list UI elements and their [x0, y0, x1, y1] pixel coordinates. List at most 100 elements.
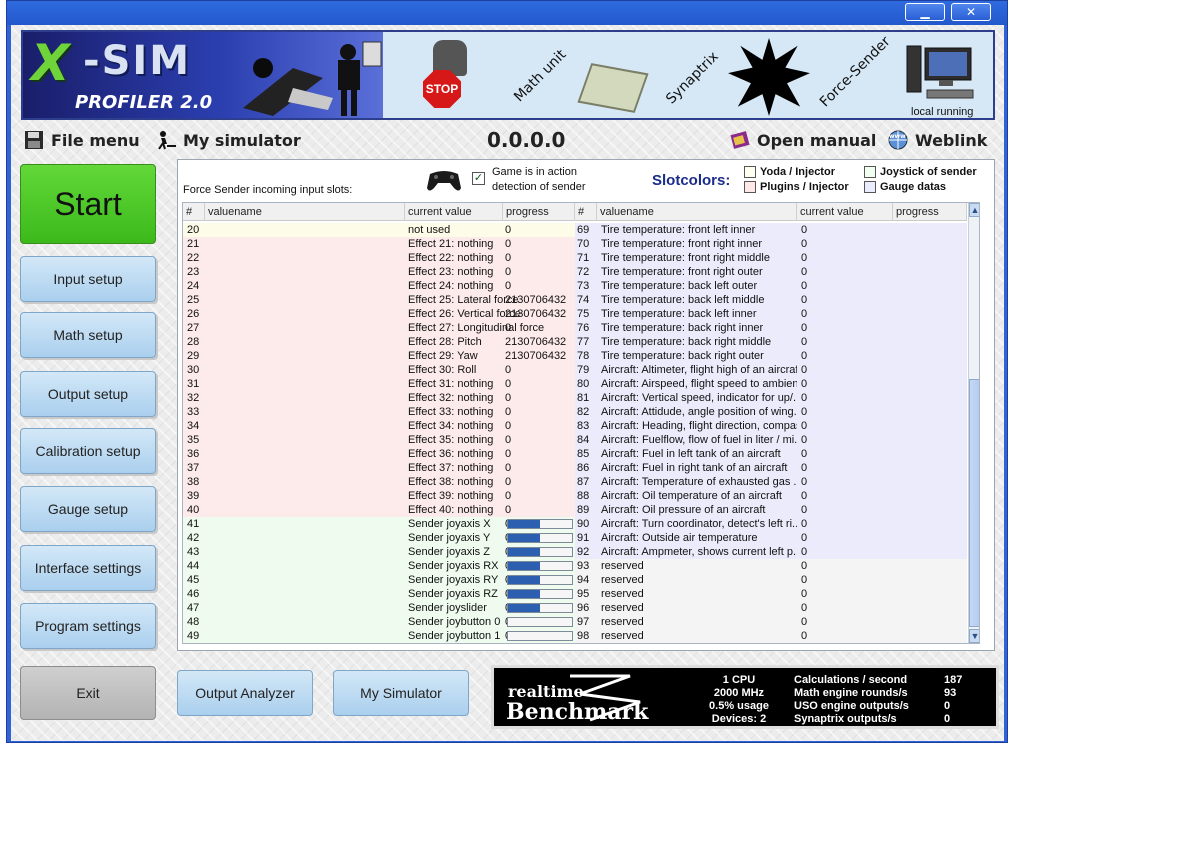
slot-number: 69	[577, 224, 590, 236]
slot-number: 41	[187, 518, 200, 530]
slot-number: 81	[577, 392, 590, 404]
scroll-up-button[interactable]: ▲	[969, 203, 979, 217]
table-row[interactable]: 23 Effect 23: nothing 0 72 Tire temperature:…	[183, 265, 967, 279]
table-row[interactable]: 43Sender joyaxis Z092Aircraft: Ampmeter,…	[183, 545, 967, 559]
table-row[interactable]: 48Sender joybutton 0097reserved0	[183, 615, 967, 629]
input-setup-button[interactable]: Input setup	[20, 256, 156, 302]
minimize-button[interactable]: ▁	[905, 3, 945, 21]
my-simulator-button[interactable]: My Simulator	[333, 670, 469, 716]
table-rows: 20 not used 0 69 Tire temperature: front lef…	[183, 223, 967, 643]
table-row[interactable]: 36 Effect 36: nothing 0 85 Aircraft: Fuel in…	[183, 447, 967, 461]
table-row[interactable]: 46Sender joyaxis RZ095reserved0	[183, 587, 967, 601]
file-menu[interactable]: File menu	[23, 130, 140, 150]
slot-number: 39	[187, 490, 200, 502]
slot-number: 94	[577, 574, 590, 586]
calc-label: Calculations / second	[794, 674, 908, 686]
slot-number: 71	[577, 252, 590, 264]
table-row[interactable]: 39 Effect 39: nothing 0 88 Aircraft: Oil tem…	[183, 489, 967, 503]
table-row[interactable]: 24 Effect 24: nothing 0 73 Tire temperature:…	[183, 279, 967, 293]
table-row[interactable]: 33 Effect 33: nothing 0 82 Aircraft: Attidud…	[183, 405, 967, 419]
simulator-figure-icon	[243, 41, 382, 116]
slot-number: 82	[577, 406, 590, 418]
slot-valuename: Tire temperature: front left inner	[601, 224, 756, 236]
joystick-swatch	[864, 166, 876, 178]
open-manual-menu[interactable]: Open manual	[729, 130, 876, 150]
table-row[interactable]: 26 Effect 26: Vertical force 2130706432 75 T…	[183, 307, 967, 321]
game-action-label: Game is in action detection of sender	[492, 165, 586, 195]
slot-number: 40	[187, 504, 200, 516]
table-row[interactable]: 30 Effect 30: Roll 0 79 Aircraft: Altimeter,…	[183, 363, 967, 377]
table-row[interactable]: 21 Effect 21: nothing 0 70 Tire temperature:…	[183, 237, 967, 251]
table-row[interactable]: 31 Effect 31: nothing 0 80 Aircraft: Airspee…	[183, 377, 967, 391]
table-row[interactable]: 34 Effect 34: nothing 0 83 Aircraft: Heading…	[183, 419, 967, 433]
my-simulator-label: My simulator	[183, 130, 301, 150]
table-row[interactable]: 37 Effect 37: nothing 0 86 Aircraft: Fuel in…	[183, 461, 967, 475]
calibration-setup-button[interactable]: Calibration setup	[20, 428, 156, 474]
gauge-setup-button[interactable]: Gauge setup	[20, 486, 156, 532]
table-scrollbar[interactable]: ▲ ▼	[968, 203, 979, 643]
table-row[interactable]: 44Sender joyaxis RX093reserved0	[183, 559, 967, 573]
table-row[interactable]: 41Sender joyaxis X090Aircraft: Turn coor…	[183, 517, 967, 531]
slot-valuename: Aircraft: Heading, flight direction, com…	[601, 420, 797, 432]
slot-number: 30	[187, 364, 200, 376]
table-row[interactable]: 27 Effect 27: Longitudinal force 0 76 Tire t…	[183, 321, 967, 335]
stop-icon[interactable]: STOP	[423, 70, 461, 108]
interface-settings-button[interactable]: Interface settings	[20, 545, 156, 591]
slot-number: 86	[577, 462, 590, 474]
table-row[interactable]: 47Sender joyslider096reserved0	[183, 601, 967, 615]
output-analyzer-button[interactable]: Output Analyzer	[177, 670, 313, 716]
table-row[interactable]: 40 Effect 40: nothing 0 89 Aircraft: Oil pre…	[183, 503, 967, 517]
start-button[interactable]: Start	[20, 164, 156, 244]
slot-number: 70	[577, 238, 590, 250]
table-row[interactable]: 29 Effect 29: Yaw 2130706432 78 Tire tempera…	[183, 349, 967, 363]
my-simulator-menu[interactable]: My simulator	[155, 130, 301, 150]
header-valuename-left: valuename	[205, 203, 405, 221]
table-row[interactable]: 22 Effect 22: nothing 0 71 Tire temperature:…	[183, 251, 967, 265]
game-action-checkbox[interactable]: ✓	[472, 172, 485, 185]
slot-valuename: reserved	[601, 574, 644, 586]
exit-button[interactable]: Exit	[20, 666, 156, 720]
output-setup-button[interactable]: Output setup	[20, 371, 156, 417]
slot-valuename: Tire temperature: back left outer	[601, 280, 758, 292]
table-row[interactable]: 45Sender joyaxis RY094reserved0	[183, 573, 967, 587]
weblink-menu[interactable]: www Weblink	[887, 130, 987, 150]
title-bar: ▁ ✕	[7, 1, 1007, 25]
close-button[interactable]: ✕	[951, 3, 991, 21]
progress-bar	[507, 533, 573, 543]
table-row[interactable]: 42Sender joyaxis Y091Aircraft: Outside a…	[183, 531, 967, 545]
progress-bar	[507, 561, 573, 571]
slot-number: 80	[577, 378, 590, 390]
syn-value: 0	[944, 713, 951, 725]
slot-valuename: Aircraft: Airspeed, flight speed to ambi…	[601, 378, 797, 390]
slot-current-value: 0	[801, 630, 808, 642]
math-setup-button[interactable]: Math setup	[20, 312, 156, 358]
program-settings-button[interactable]: Program settings	[20, 603, 156, 649]
slot-current-value: 0	[801, 616, 808, 628]
progress-bar	[507, 547, 573, 557]
slot-valuename: Tire temperature: back right outer	[601, 350, 764, 362]
slot-number: 73	[577, 280, 590, 292]
yoda-swatch	[744, 166, 756, 178]
game-action-line1: Game is in action	[492, 166, 577, 178]
scroll-down-button[interactable]: ▼	[969, 629, 979, 643]
progress-bar	[507, 631, 573, 641]
plugins-swatch	[744, 181, 756, 193]
table-row[interactable]: 38 Effect 38: nothing 0 87 Aircraft: Tempera…	[183, 475, 967, 489]
table-row[interactable]: 49Sender joybutton 1098reserved0	[183, 629, 967, 643]
computer-icon	[906, 45, 974, 99]
table-row[interactable]: 25 Effect 25: Lateral force 2130706432 74 Ti…	[183, 293, 967, 307]
scroll-thumb[interactable]	[969, 379, 979, 627]
slot-current-value: 0	[801, 518, 808, 530]
table-row[interactable]: 20 not used 0 69 Tire temperature: front lef…	[183, 223, 967, 237]
table-row[interactable]: 35 Effect 35: nothing 0 84 Aircraft: Fuelflo…	[183, 433, 967, 447]
file-menu-label: File menu	[51, 130, 140, 150]
slot-number: 92	[577, 546, 590, 558]
table-row[interactable]: 28 Effect 28: Pitch 2130706432 77 Tire tempe…	[183, 335, 967, 349]
synaptrix-burst-icon	[728, 38, 810, 116]
slot-valuename: Tire temperature: back right middle	[601, 336, 772, 348]
slot-current-value: 0	[801, 224, 808, 236]
slotcolors-label: Slotcolors:	[652, 172, 731, 189]
table-row[interactable]: 32 Effect 32: nothing 0 81 Aircraft: Vertica…	[183, 391, 967, 405]
slot-current-value: 0	[801, 406, 808, 418]
slot-current-value: 0	[801, 420, 808, 432]
